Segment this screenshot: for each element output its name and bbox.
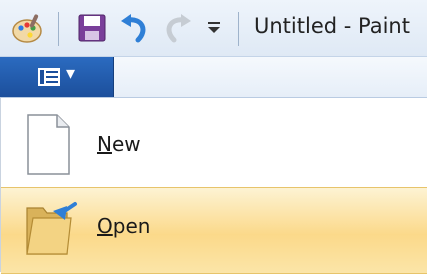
chevron-down-icon: ▾: [66, 63, 76, 84]
app-menu: New Open: [0, 98, 427, 274]
app-menu-button[interactable]: ▾: [0, 57, 114, 97]
menu-item-label: New: [97, 132, 141, 156]
customize-dropdown-icon[interactable]: [204, 18, 224, 38]
toolbar-separator: [238, 12, 239, 46]
ribbon-tab-row: ▾: [0, 57, 427, 98]
window-title: Untitled - Paint: [254, 14, 410, 38]
title-bar: Untitled - Paint: [0, 0, 427, 57]
save-icon[interactable]: [76, 12, 108, 44]
menu-list-icon: [38, 68, 60, 86]
redo-icon[interactable]: [160, 12, 194, 46]
toolbar-separator: [58, 12, 59, 46]
menu-item-label: Open: [97, 214, 151, 238]
menu-item-new[interactable]: New: [1, 106, 427, 188]
menu-item-open[interactable]: Open: [1, 187, 427, 274]
paint-app-icon[interactable]: [10, 12, 44, 46]
undo-icon[interactable]: [118, 12, 152, 46]
new-document-icon: [27, 114, 70, 175]
open-folder-icon: [26, 202, 77, 255]
